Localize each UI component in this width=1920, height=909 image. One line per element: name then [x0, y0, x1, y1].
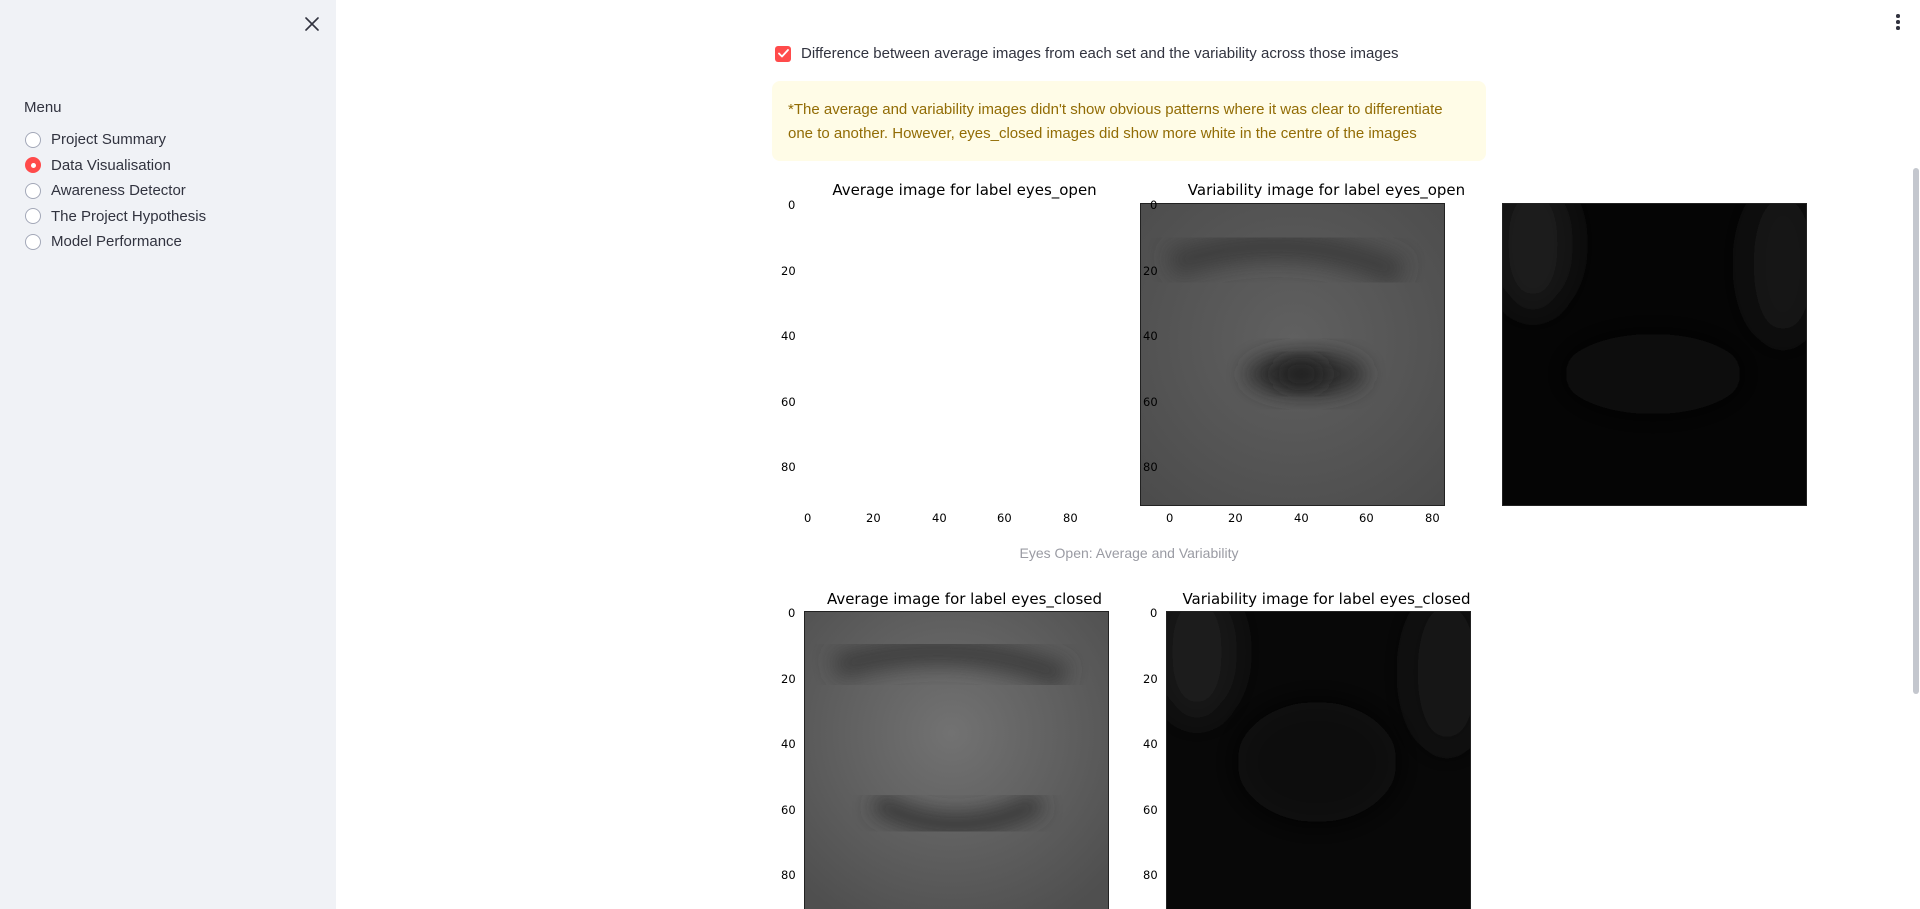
close-sidebar-button[interactable] — [300, 12, 324, 36]
plot-title: Average image for label eyes_closed — [826, 590, 1103, 608]
y-tick: 40 — [1143, 329, 1158, 343]
radio-button[interactable] — [25, 182, 41, 199]
difference-checkbox[interactable] — [775, 45, 791, 62]
average-image-eyes-open — [1140, 203, 1445, 506]
kebab-dot — [1896, 20, 1900, 24]
figure-caption: Eyes Open: Average and Variability — [1019, 545, 1239, 561]
menu-item-project-hypothesis[interactable]: The Project Hypothesis — [25, 204, 206, 230]
y-tick: 60 — [781, 395, 796, 409]
warning-alert: *The average and variability images didn… — [772, 81, 1486, 161]
warning-text: *The average and variability images didn… — [788, 101, 1443, 142]
menu-item-model-performance[interactable]: Model Performance — [25, 229, 206, 255]
variability-image-eyes-closed — [1166, 611, 1471, 909]
menu-label: Menu — [24, 99, 62, 116]
x-tick: 20 — [1228, 511, 1243, 525]
y-tick: 0 — [1150, 606, 1158, 620]
menu-item-label: Data Visualisation — [51, 156, 171, 174]
sidebar: Menu Project Summary Data Visualisation … — [0, 0, 336, 909]
menu-item-data-visualisation[interactable]: Data Visualisation — [25, 153, 206, 179]
average-image-eyes-closed — [804, 611, 1109, 909]
y-tick: 40 — [1143, 737, 1158, 751]
kebab-dot — [1896, 26, 1900, 30]
x-tick: 60 — [1359, 511, 1374, 525]
menu-item-label: The Project Hypothesis — [51, 207, 207, 225]
y-tick: 80 — [781, 868, 796, 882]
y-tick: 0 — [788, 198, 796, 212]
difference-checkbox-row[interactable]: Difference between average images from e… — [775, 45, 1399, 62]
y-tick: 60 — [1143, 803, 1158, 817]
menu-radio-group: Project Summary Data Visualisation Aware… — [25, 127, 206, 255]
radio-button[interactable] — [25, 208, 41, 225]
kebab-menu-icon — [1896, 14, 1900, 18]
y-tick: 0 — [788, 606, 796, 620]
y-tick: 80 — [781, 460, 796, 474]
plot-title: Average image for label eyes_open — [832, 181, 1097, 199]
menu-item-label: Model Performance — [51, 233, 182, 251]
x-tick: 0 — [804, 511, 812, 525]
menu-item-label: Awareness Detector — [51, 182, 186, 200]
y-tick: 0 — [1150, 198, 1158, 212]
y-tick: 20 — [1143, 264, 1158, 278]
menu-item-project-summary[interactable]: Project Summary — [25, 127, 206, 153]
main-menu-button[interactable] — [1890, 12, 1906, 32]
y-tick: 40 — [781, 329, 796, 343]
radio-button[interactable] — [25, 233, 41, 250]
y-tick: 20 — [781, 264, 796, 278]
variability-image-eyes-open — [1502, 203, 1807, 506]
scrollbar-thumb[interactable] — [1913, 168, 1919, 694]
y-tick: 60 — [781, 803, 796, 817]
plot-title: Variability image for label eyes_closed — [1182, 590, 1471, 608]
x-tick: 80 — [1063, 511, 1078, 525]
menu-item-label: Project Summary — [51, 131, 167, 149]
y-tick: 80 — [1143, 868, 1158, 882]
main-content: Difference between average images from e… — [336, 0, 1920, 909]
radio-button-selected[interactable] — [25, 157, 41, 174]
y-tick: 20 — [1143, 672, 1158, 686]
y-tick: 60 — [1143, 395, 1158, 409]
close-icon — [305, 17, 319, 31]
x-tick: 60 — [997, 511, 1012, 525]
menu-item-awareness-detector[interactable]: Awareness Detector — [25, 178, 206, 204]
y-tick: 20 — [781, 672, 796, 686]
checkbox-label: Difference between average images from e… — [801, 45, 1399, 62]
radio-button[interactable] — [25, 131, 41, 148]
y-tick: 40 — [781, 737, 796, 751]
x-tick: 40 — [932, 511, 947, 525]
x-tick: 20 — [866, 511, 881, 525]
x-tick: 0 — [1166, 511, 1174, 525]
x-tick: 80 — [1425, 511, 1440, 525]
x-tick: 40 — [1294, 511, 1309, 525]
y-tick: 80 — [1143, 460, 1158, 474]
plot-title: Variability image for label eyes_open — [1187, 181, 1466, 199]
check-icon — [777, 49, 789, 58]
